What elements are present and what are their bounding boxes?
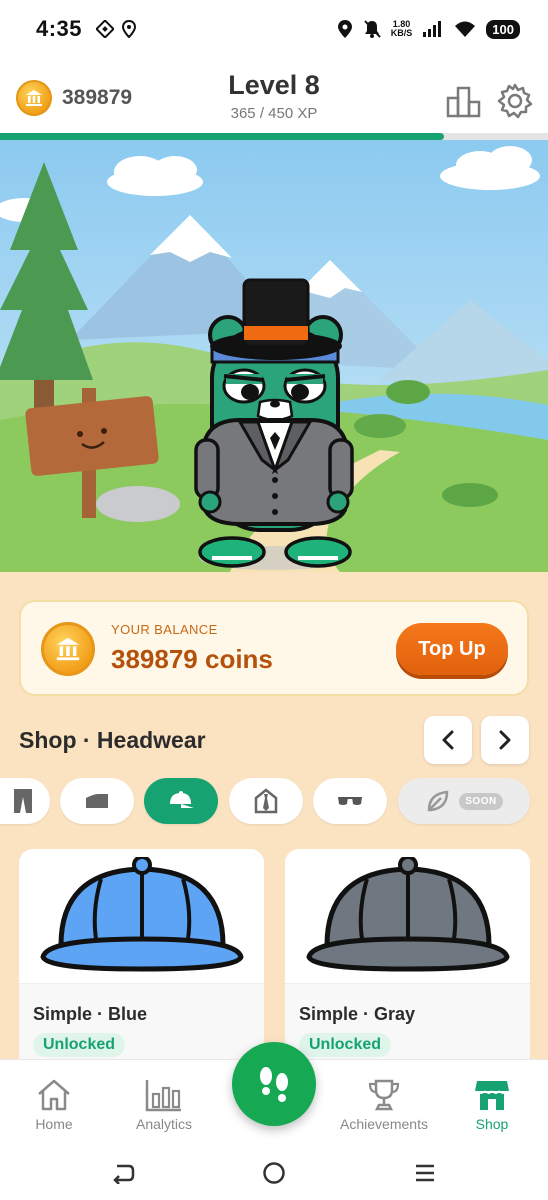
home-icon [38,1079,70,1111]
nav-item-home[interactable]: Home [4,1078,104,1132]
blue-cap-icon [39,857,244,972]
prev-category-button[interactable] [424,716,472,764]
location-pin-icon [122,20,137,38]
nav-label: Shop [475,1116,509,1132]
category-chip-coming-soon: SOON [398,778,530,824]
home-system-button[interactable] [261,1160,287,1186]
cap-icon [170,791,194,808]
walk-tracker-button[interactable] [232,1042,316,1126]
pants-icon [14,789,32,813]
bell-muted-icon [364,20,381,38]
xp-progress-fill [0,133,444,140]
xp-progress-bar [0,133,548,140]
shoe-icon [86,794,108,808]
product-status-badge: Unlocked [33,1033,126,1057]
menu-icon [416,1164,434,1182]
status-time: 4:35 [36,16,83,41]
footprints-icon [260,1067,288,1102]
gray-cap-icon [305,857,510,972]
sunglasses-icon [338,797,362,805]
product-card-simple-blue[interactable]: Simple · Blue Unlocked [19,849,264,1079]
category-chip-headwear[interactable] [144,778,218,824]
top-up-button[interactable]: Top Up [396,623,508,675]
leaf-icon [428,790,449,812]
chevron-left-icon [442,730,454,750]
category-chip-pants[interactable] [0,778,50,824]
product-image [19,849,264,983]
soon-badge: SOON [459,792,503,810]
product-card-simple-gray[interactable]: Simple · Gray Unlocked [285,849,530,1079]
tie-icon [254,788,278,814]
mascot-bear[interactable] [194,278,354,568]
balance-label: YOUR BALANCE [111,622,218,637]
product-image [285,849,530,983]
settings-gear-icon[interactable] [496,82,534,120]
shop-title: Shop · Headwear [19,727,206,753]
recent-apps-button[interactable] [412,1160,438,1186]
net-speed: 1.80 KB/S [390,19,413,38]
category-chip-outfit[interactable] [229,778,303,824]
nav-label: Home [35,1116,73,1132]
product-name: Simple · Gray [299,1004,416,1024]
scene-illustration [0,140,548,572]
nav-label: Achievements [340,1116,428,1132]
nav-item-shop[interactable]: Shop [442,1078,542,1132]
back-button[interactable] [110,1160,136,1186]
next-category-button[interactable] [481,716,529,764]
signal-icon [423,21,442,37]
shop-icon [475,1081,509,1110]
analytics-icon [145,1080,181,1112]
balance-card: YOUR BALANCE 389879 coins Top Up [19,600,529,696]
mascot-scene [0,140,548,572]
nav-item-analytics[interactable]: Analytics [114,1078,214,1132]
circle-home-icon [263,1162,285,1184]
category-chip-shoes[interactable] [60,778,134,824]
top-header: 389879 Level 8 365 / 450 XP [0,58,548,136]
battery-indicator: 100 [486,19,520,39]
system-nav-bar [0,1143,548,1200]
leaderboard-icon[interactable] [445,82,483,120]
back-icon [113,1164,135,1184]
category-chip-glasses[interactable] [313,778,387,824]
product-name: Simple · Blue [33,1004,148,1024]
diamond-app-icon [96,20,115,38]
coin-icon [41,622,95,676]
balance-value: 389879 coins [111,644,273,674]
nav-label: Analytics [135,1116,193,1132]
product-status-badge: Unlocked [299,1033,392,1057]
trophy-icon [368,1079,400,1111]
nav-item-achievements[interactable]: Achievements [334,1078,434,1132]
category-chips: SOON [0,778,548,826]
chevron-right-icon [499,730,511,750]
wifi-icon [455,21,476,37]
status-bar: 4:35 1.80 KB/S 100 [0,0,548,58]
location-icon [337,20,352,38]
